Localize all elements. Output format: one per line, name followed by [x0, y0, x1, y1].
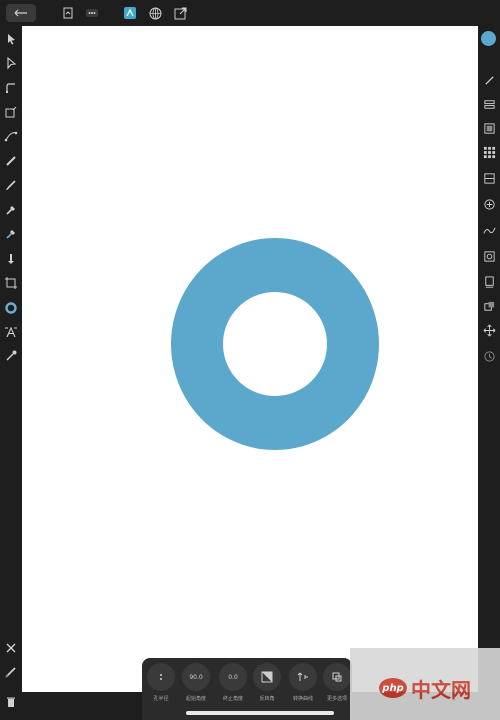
convert-curves-button[interactable] [289, 663, 317, 691]
more-icon[interactable] [84, 5, 100, 21]
reverse-angle-control[interactable]: 反转角 [250, 663, 284, 713]
top-toolbar [0, 0, 500, 26]
document-icon[interactable] [60, 5, 76, 21]
convert-curves-control[interactable]: 转换曲线 [286, 663, 320, 713]
brush-panel-icon[interactable] [481, 72, 497, 88]
more-options-control[interactable]: 更多选项 [320, 663, 354, 713]
undo-icon[interactable] [3, 664, 19, 680]
more-options-button[interactable] [323, 663, 351, 691]
settings-panel-icon[interactable] [481, 348, 497, 364]
transparency-tool-icon[interactable] [3, 226, 19, 242]
back-icon [14, 9, 27, 17]
hole-radius-control[interactable]: 孔半径 [144, 663, 178, 713]
color-picker-icon[interactable] [3, 348, 19, 364]
history-panel-icon[interactable] [481, 274, 497, 290]
swatches-panel-icon[interactable] [481, 144, 497, 160]
place-image-icon[interactable] [3, 251, 19, 267]
tools-panel [0, 26, 22, 720]
corner-tool-icon[interactable] [3, 80, 19, 96]
persona-export-icon[interactable] [172, 5, 188, 21]
watermark-logo: php 中文网 [350, 658, 500, 718]
color-panel-icon[interactable] [481, 31, 496, 46]
start-angle-control[interactable]: 90.0 起始角度 [179, 663, 213, 713]
reverse-angle-button[interactable] [253, 663, 281, 691]
end-angle-value[interactable]: 0.0 [219, 663, 247, 691]
donut-shape[interactable] [171, 238, 379, 450]
back-button[interactable] [6, 4, 36, 22]
persona-globe-icon[interactable] [147, 5, 163, 21]
pen-tool-icon[interactable] [3, 128, 19, 144]
text-tool-icon[interactable] [3, 324, 19, 340]
watermark: php 中文网 [350, 648, 500, 720]
more-options-icon [332, 672, 342, 682]
watermark-text: 中文网 [411, 677, 471, 702]
vector-brush-icon[interactable] [3, 177, 19, 193]
studio-panel [478, 26, 500, 720]
point-transform-icon[interactable] [3, 104, 19, 120]
move-tool-icon[interactable] [3, 31, 19, 47]
trash-icon[interactable] [3, 694, 19, 710]
start-angle-label: 起始角度 [185, 696, 206, 702]
constraints-panel-icon[interactable] [481, 322, 497, 338]
stroke-panel-icon[interactable] [481, 170, 497, 186]
glyph-panel-icon[interactable] [481, 222, 497, 238]
node-tool-icon[interactable] [3, 55, 19, 71]
navigator-panel-icon[interactable] [481, 248, 497, 264]
end-angle-control[interactable]: 0.0 终止角度 [216, 663, 250, 713]
close-icon[interactable] [3, 640, 19, 656]
donut-shape-icon[interactable] [3, 300, 19, 316]
watermark-badge: php [379, 678, 407, 698]
hole-radius-dial[interactable] [147, 663, 175, 691]
pencil-tool-icon[interactable] [3, 153, 19, 169]
document-canvas[interactable] [22, 26, 478, 692]
home-indicator[interactable] [186, 711, 334, 715]
artboard-tool-icon[interactable] [3, 275, 19, 291]
snapping-panel-icon[interactable] [481, 298, 497, 314]
fx-panel-icon[interactable] [481, 120, 497, 136]
persona-vector-icon[interactable] [122, 5, 138, 21]
convert-curves-icon [297, 672, 308, 681]
fill-tool-icon[interactable] [3, 202, 19, 218]
transform-panel-icon[interactable] [481, 196, 497, 212]
layers-panel-icon[interactable] [481, 96, 497, 112]
start-angle-value[interactable]: 90.0 [182, 663, 210, 691]
reverse-angle-icon [261, 671, 273, 683]
hole-radius-icon [160, 674, 162, 680]
app-window: 孔半径 90.0 起始角度 0.0 终止角度 反转角 转换曲线 更多选项 php… [0, 0, 500, 720]
